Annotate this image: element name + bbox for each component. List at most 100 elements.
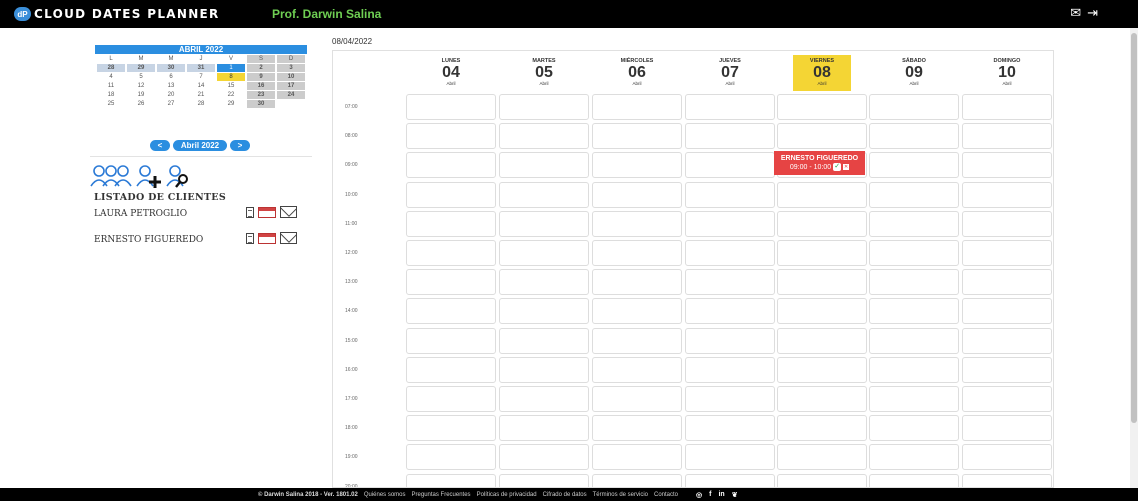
mini-day[interactable]: 2 [247, 64, 275, 72]
time-slot[interactable] [592, 210, 682, 237]
day-header[interactable]: DOMINGO 10 Abril [978, 55, 1036, 91]
time-slot[interactable] [406, 181, 496, 208]
search-client-icon[interactable] [166, 164, 192, 190]
time-slot[interactable] [685, 123, 775, 150]
confirm-icon[interactable]: ✓ [833, 163, 842, 171]
time-slot[interactable] [962, 240, 1052, 266]
time-slot[interactable] [499, 269, 589, 296]
linkedin-icon[interactable]: in [718, 491, 724, 499]
time-slot[interactable] [777, 240, 867, 266]
mini-day[interactable]: 16 [247, 82, 275, 90]
mini-day[interactable]: 19 [127, 91, 155, 99]
time-slot[interactable] [777, 269, 867, 296]
time-slot[interactable] [869, 123, 959, 150]
time-slot[interactable] [499, 181, 589, 208]
time-slot[interactable] [869, 210, 959, 237]
twitter-icon[interactable]: ❦ [732, 491, 738, 499]
mini-day[interactable]: 13 [157, 82, 185, 90]
time-slot[interactable] [777, 94, 867, 120]
mini-day[interactable]: 22 [217, 91, 245, 99]
mini-day[interactable]: 28 [187, 100, 215, 108]
time-slot[interactable] [869, 181, 959, 208]
mini-day[interactable]: 25 [97, 100, 125, 108]
time-slot[interactable] [869, 386, 959, 412]
mini-day[interactable]: 20 [157, 91, 185, 99]
mini-day[interactable]: 18 [97, 91, 125, 99]
time-slot[interactable] [592, 181, 682, 208]
time-slot[interactable] [962, 152, 1052, 179]
time-slot[interactable] [777, 386, 867, 412]
time-slot[interactable] [869, 240, 959, 266]
time-slot[interactable] [685, 181, 775, 208]
time-slot[interactable] [499, 123, 589, 150]
time-slot[interactable] [685, 386, 775, 412]
time-slot[interactable] [592, 327, 682, 354]
time-slot[interactable] [406, 94, 496, 120]
mail-icon[interactable]: ✉ [1070, 6, 1081, 20]
time-slot[interactable] [685, 210, 775, 237]
mini-day[interactable]: 17 [277, 82, 305, 90]
delete-icon[interactable]: ✕ [843, 164, 850, 170]
mini-day[interactable]: 28 [97, 64, 125, 72]
mini-day[interactable]: 7 [187, 73, 215, 81]
time-slot[interactable] [962, 210, 1052, 237]
time-slot[interactable] [499, 298, 589, 325]
time-slot[interactable] [869, 269, 959, 296]
time-slot[interactable] [685, 356, 775, 383]
time-slot[interactable] [869, 473, 959, 487]
time-slot[interactable] [962, 444, 1052, 471]
time-slot[interactable] [406, 444, 496, 471]
scrollbar[interactable] [1130, 28, 1138, 488]
mini-day[interactable]: 29 [217, 100, 245, 108]
time-slot[interactable] [406, 298, 496, 325]
scroll-thumb[interactable] [1131, 33, 1137, 423]
time-slot[interactable] [685, 269, 775, 296]
footer-link-terms[interactable]: Términos de servicio [593, 492, 648, 498]
document-icon[interactable] [246, 206, 254, 218]
time-slot[interactable] [962, 356, 1052, 383]
time-slot[interactable] [777, 327, 867, 354]
time-slot[interactable] [777, 444, 867, 471]
time-slot[interactable] [499, 240, 589, 266]
time-slot[interactable] [499, 386, 589, 412]
time-slot[interactable] [406, 415, 496, 442]
footer-link-encryption[interactable]: Cifrado de datos [543, 492, 587, 498]
time-slot[interactable] [499, 152, 589, 179]
footer-link-faq[interactable]: Preguntas Frecuentes [412, 492, 471, 498]
mini-day[interactable]: 26 [127, 100, 155, 108]
time-slot[interactable] [777, 356, 867, 383]
time-slot[interactable] [592, 386, 682, 412]
time-slot[interactable] [962, 94, 1052, 120]
footer-link-about[interactable]: Quiénes somos [364, 492, 406, 498]
mini-day[interactable]: 30 [247, 100, 275, 108]
time-slot[interactable] [869, 415, 959, 442]
time-slot[interactable] [592, 152, 682, 179]
calendar-icon[interactable] [258, 206, 276, 218]
time-slot[interactable] [685, 152, 775, 179]
clients-group-icon[interactable] [90, 164, 132, 190]
mini-day[interactable]: 11 [97, 82, 125, 90]
time-slot[interactable] [499, 473, 589, 487]
mini-day[interactable]: 30 [157, 64, 185, 72]
mini-day[interactable]: 23 [247, 91, 275, 99]
time-slot[interactable] [592, 94, 682, 120]
time-slot[interactable] [592, 123, 682, 150]
time-slot[interactable] [499, 356, 589, 383]
time-slot[interactable] [592, 240, 682, 266]
time-slot[interactable] [406, 210, 496, 237]
logout-icon[interactable]: ⇥ [1087, 6, 1098, 20]
time-slot[interactable] [869, 94, 959, 120]
time-slot[interactable] [592, 415, 682, 442]
time-slot[interactable] [962, 327, 1052, 354]
mini-day[interactable]: 10 [277, 73, 305, 81]
time-slot[interactable] [869, 327, 959, 354]
time-slot[interactable] [777, 181, 867, 208]
time-slot[interactable] [962, 123, 1052, 150]
time-slot[interactable] [406, 123, 496, 150]
client-name[interactable]: ERNESTO FIGUEREDO [94, 235, 203, 245]
time-slot[interactable] [406, 240, 496, 266]
time-slot[interactable] [592, 298, 682, 325]
time-slot[interactable] [685, 444, 775, 471]
mini-day[interactable]: 29 [127, 64, 155, 72]
mini-day[interactable]: 31 [187, 64, 215, 72]
